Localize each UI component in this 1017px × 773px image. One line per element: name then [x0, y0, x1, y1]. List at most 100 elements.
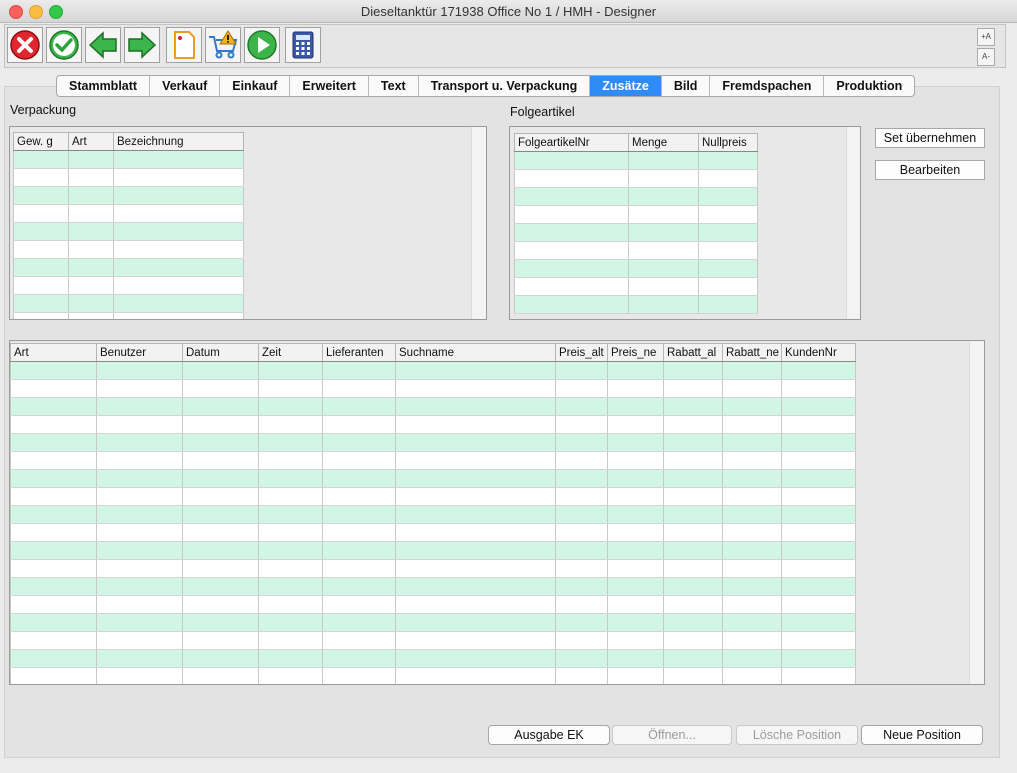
table-row[interactable] [13, 276, 244, 295]
table-cell[interactable] [698, 187, 758, 206]
table-cell[interactable] [96, 667, 183, 684]
table-cell[interactable] [395, 577, 556, 596]
table-cell[interactable] [781, 451, 856, 470]
set-uebernehmen-button[interactable]: Set übernehmen [875, 128, 985, 148]
table-cell[interactable] [607, 649, 664, 668]
table-cell[interactable] [781, 523, 856, 542]
table-row[interactable] [514, 187, 758, 206]
table-cell[interactable] [663, 559, 723, 578]
tab-stammblatt[interactable]: Stammblatt [57, 76, 151, 96]
table-cell[interactable] [781, 559, 856, 578]
table-row[interactable] [10, 559, 856, 578]
table-cell[interactable] [607, 361, 664, 380]
table-cell[interactable] [13, 312, 69, 319]
table-cell[interactable] [607, 469, 664, 488]
play-button[interactable] [244, 27, 280, 63]
column-header-rabatt-alt[interactable]: Rabatt_al [663, 343, 723, 362]
table-row[interactable] [10, 523, 856, 542]
table-cell[interactable] [395, 505, 556, 524]
table-cell[interactable] [698, 223, 758, 242]
table-row[interactable] [10, 487, 856, 506]
column-header-bezeichnung[interactable]: Bezeichnung [113, 132, 244, 151]
tab-transport[interactable]: Transport u. Verpackung [419, 76, 591, 96]
table-cell[interactable] [395, 523, 556, 542]
table-cell[interactable] [555, 667, 608, 684]
table-cell[interactable] [182, 541, 259, 560]
table-cell[interactable] [628, 241, 699, 260]
table-row[interactable] [10, 433, 856, 452]
table-row[interactable] [10, 595, 856, 614]
table-cell[interactable] [182, 379, 259, 398]
table-row[interactable] [10, 541, 856, 560]
table-cell[interactable] [555, 397, 608, 416]
table-cell[interactable] [96, 613, 183, 632]
table-row[interactable] [13, 294, 244, 313]
table-cell[interactable] [258, 415, 323, 434]
table-cell[interactable] [258, 667, 323, 684]
table-cell[interactable] [395, 451, 556, 470]
table-cell[interactable] [395, 595, 556, 614]
table-cell[interactable] [113, 222, 244, 241]
table-cell[interactable] [322, 469, 396, 488]
table-cell[interactable] [663, 451, 723, 470]
table-cell[interactable] [10, 631, 97, 650]
table-cell[interactable] [182, 487, 259, 506]
table-cell[interactable] [514, 169, 629, 188]
table-cell[interactable] [113, 276, 244, 295]
table-row[interactable] [13, 168, 244, 187]
table-cell[interactable] [10, 613, 97, 632]
table-cell[interactable] [663, 649, 723, 668]
table-cell[interactable] [698, 259, 758, 278]
table-row[interactable] [10, 613, 856, 632]
bearbeiten-button[interactable]: Bearbeiten [875, 160, 985, 180]
table-row[interactable] [13, 312, 244, 319]
table-cell[interactable] [722, 631, 782, 650]
table-cell[interactable] [781, 433, 856, 452]
table-cell[interactable] [10, 361, 97, 380]
table-cell[interactable] [514, 187, 629, 206]
table-cell[interactable] [555, 361, 608, 380]
table-row[interactable] [10, 469, 856, 488]
table-cell[interactable] [96, 379, 183, 398]
table-cell[interactable] [68, 204, 114, 223]
table-row[interactable] [514, 277, 758, 296]
table-cell[interactable] [698, 295, 758, 314]
table-cell[interactable] [13, 186, 69, 205]
table-cell[interactable] [555, 469, 608, 488]
table-cell[interactable] [722, 433, 782, 452]
table-cell[interactable] [13, 276, 69, 295]
table-cell[interactable] [13, 204, 69, 223]
table-cell[interactable] [182, 433, 259, 452]
previous-button[interactable] [85, 27, 121, 63]
table-cell[interactable] [182, 505, 259, 524]
table-cell[interactable] [781, 469, 856, 488]
table-cell[interactable] [258, 541, 323, 560]
table-cell[interactable] [258, 595, 323, 614]
table-cell[interactable] [182, 451, 259, 470]
column-header-suchname[interactable]: Suchname [395, 343, 556, 362]
table-cell[interactable] [96, 595, 183, 614]
table-cell[interactable] [258, 469, 323, 488]
table-cell[interactable] [96, 505, 183, 524]
table-cell[interactable] [663, 361, 723, 380]
table-cell[interactable] [96, 415, 183, 434]
table-cell[interactable] [722, 379, 782, 398]
table-cell[interactable] [698, 277, 758, 296]
table-row[interactable] [10, 577, 856, 596]
table-cell[interactable] [113, 258, 244, 277]
table-row[interactable] [10, 361, 856, 380]
column-header-benutzer[interactable]: Benutzer [96, 343, 183, 362]
font-decrease-button[interactable]: A- [977, 48, 995, 66]
table-cell[interactable] [607, 397, 664, 416]
table-cell[interactable] [96, 649, 183, 668]
table-cell[interactable] [322, 415, 396, 434]
column-header-menge[interactable]: Menge [628, 133, 699, 152]
table-cell[interactable] [607, 415, 664, 434]
table-cell[interactable] [607, 451, 664, 470]
table-cell[interactable] [113, 150, 244, 169]
table-cell[interactable] [13, 168, 69, 187]
table-cell[interactable] [322, 523, 396, 542]
table-cell[interactable] [322, 397, 396, 416]
table-cell[interactable] [182, 613, 259, 632]
next-button[interactable] [124, 27, 160, 63]
